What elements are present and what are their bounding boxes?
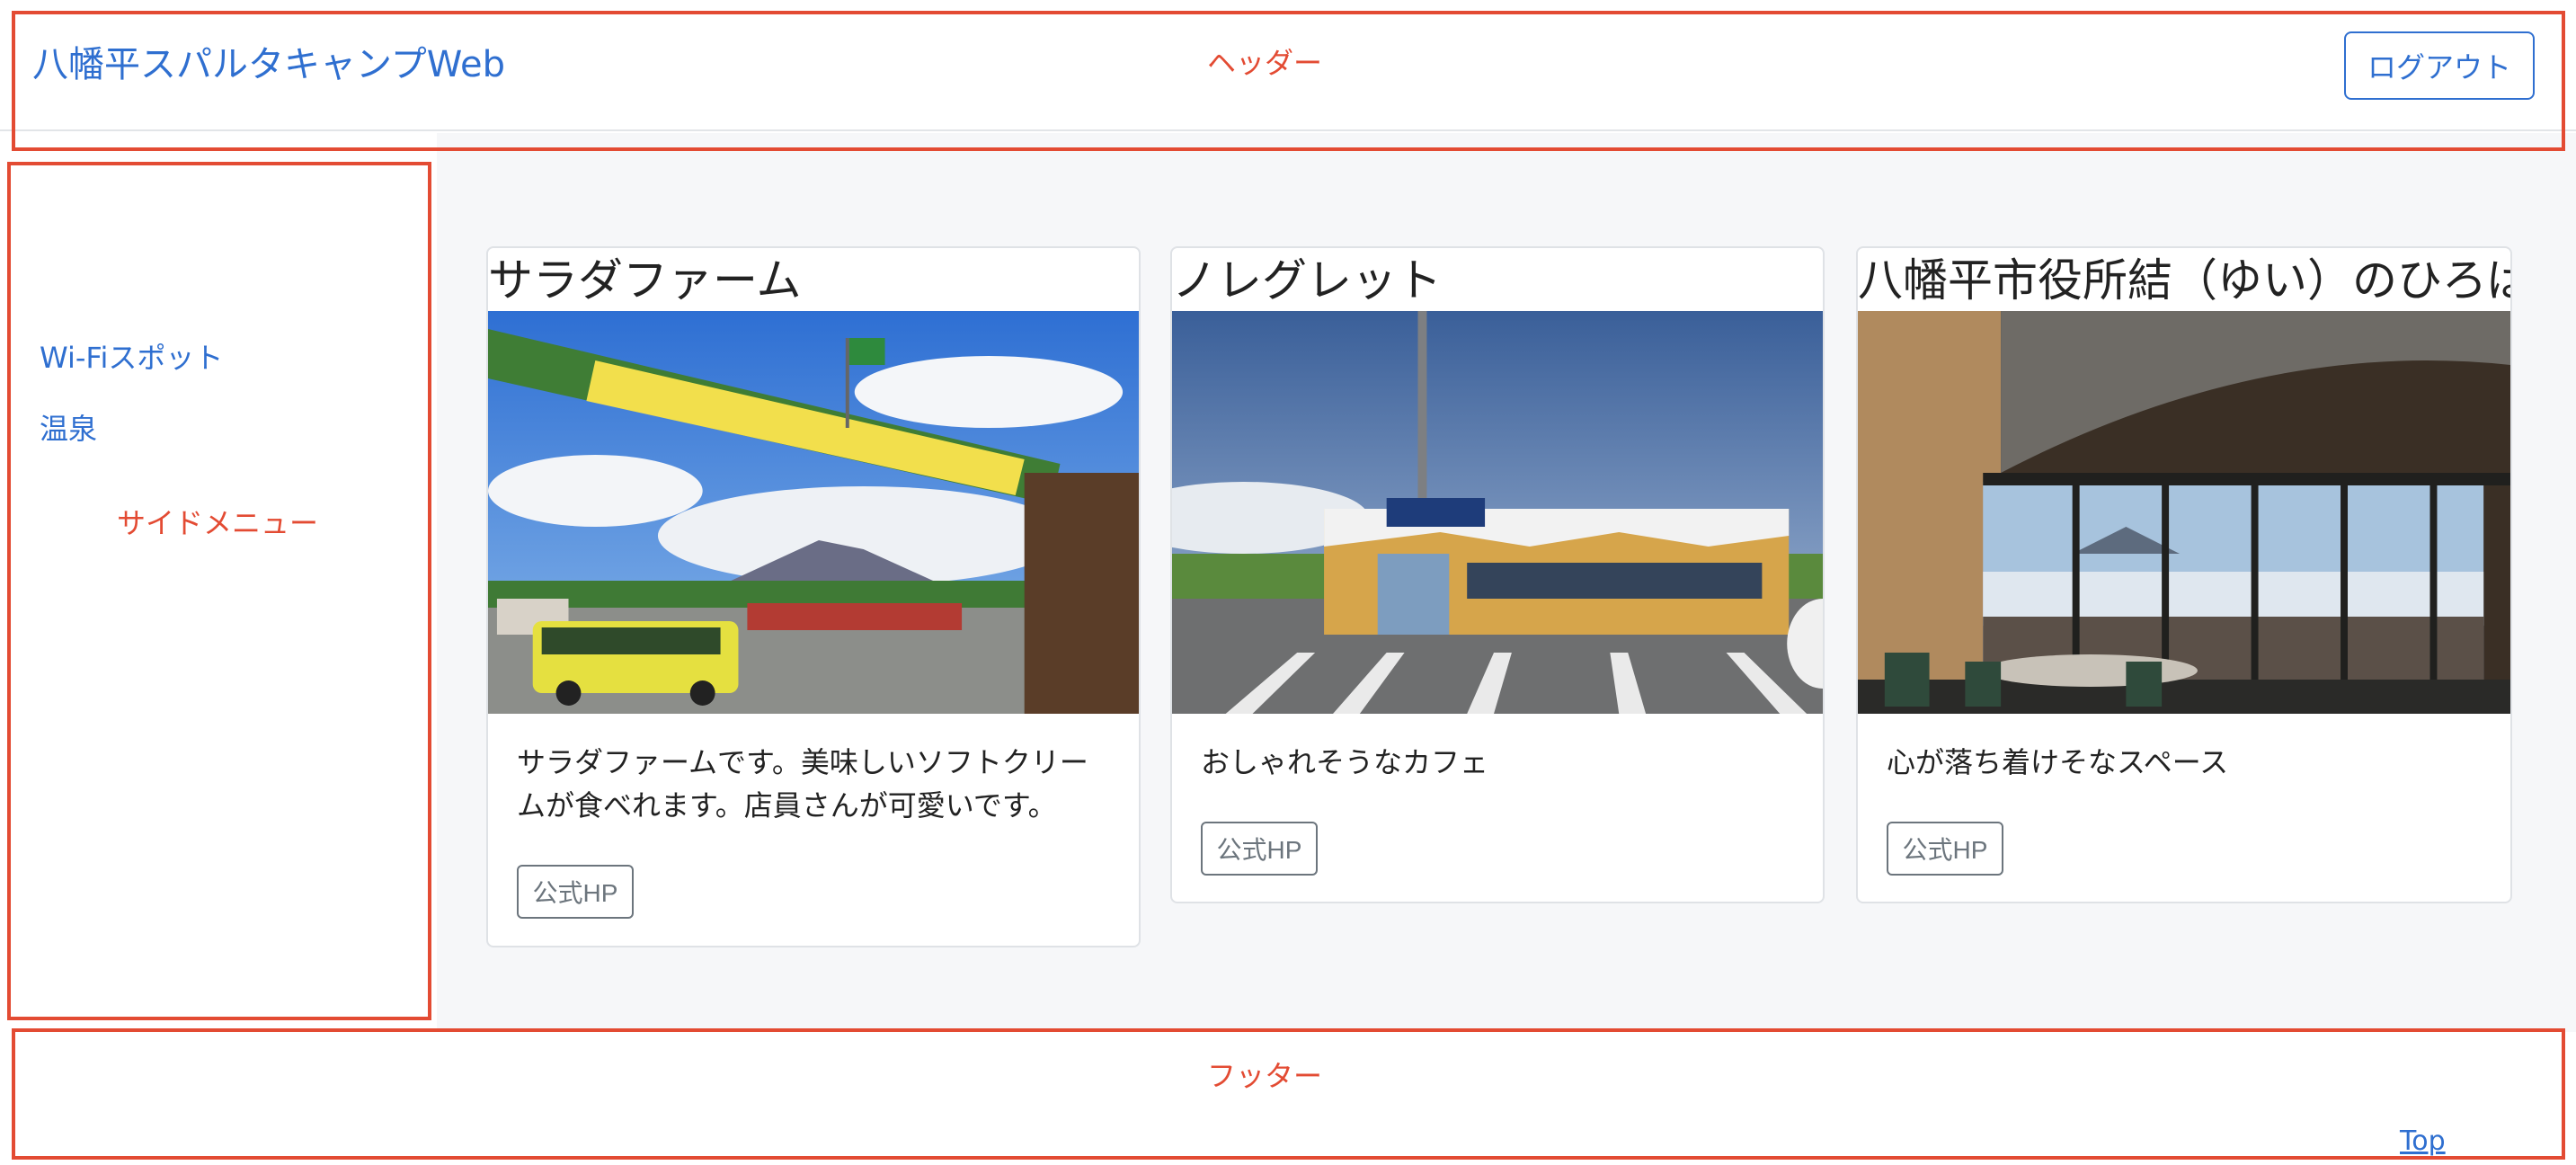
official-hp-button[interactable]: 公式HP (517, 865, 634, 919)
spot-card-hachimantai-yui-hiroba: 八幡平市役所結（ゆい）のひろば 心が落ち着けそなスペース 公式HP (1856, 246, 2512, 903)
card-image (1858, 311, 2510, 714)
official-hp-button[interactable]: 公式HP (1887, 822, 2003, 876)
sidebar-item-wifi-spot[interactable]: Wi-Fiスポット (40, 338, 223, 378)
card-title: ノレグレット (1172, 254, 1442, 307)
spot-card-nollegretto: ノレグレット おしゃれそうなカフェ 公式HP (1170, 246, 1825, 903)
logout-button[interactable]: ログアウト (2344, 31, 2535, 100)
footer-annotation-label: フッター (1207, 1059, 1323, 1093)
card-description: おしゃれそうなカフェ (1201, 745, 1489, 779)
card-image (488, 311, 1139, 714)
official-hp-button[interactable]: 公式HP (1201, 822, 1318, 876)
side-menu: Wi-Fiスポット 温泉 (0, 133, 437, 1032)
header-annotation-label: ヘッダー (1207, 46, 1323, 80)
sidebar-item-onsen[interactable]: 温泉 (40, 409, 97, 449)
top-link[interactable]: Top (2400, 1124, 2446, 1160)
card-description: サラダファームです。美味しいソフトクリームが食べれます。店員さんが可愛いです。 (517, 745, 1088, 823)
card-title: 八幡平市役所結（ゆい）のひろば (1858, 254, 2512, 307)
footer (0, 1032, 2576, 1165)
brand-link[interactable]: 八幡平スパルタキャンプWeb (32, 40, 505, 90)
side-menu-annotation-label: サイドメニュー (117, 506, 319, 540)
card-title: サラダファーム (488, 254, 802, 307)
card-description: 心が落ち着けそなスペース (1887, 745, 2229, 779)
spot-card-salad-farm: サラダファーム サラダファームです。美味しいソフトクリームが食べれます。店員さん… (486, 246, 1141, 947)
card-image (1172, 311, 1823, 714)
